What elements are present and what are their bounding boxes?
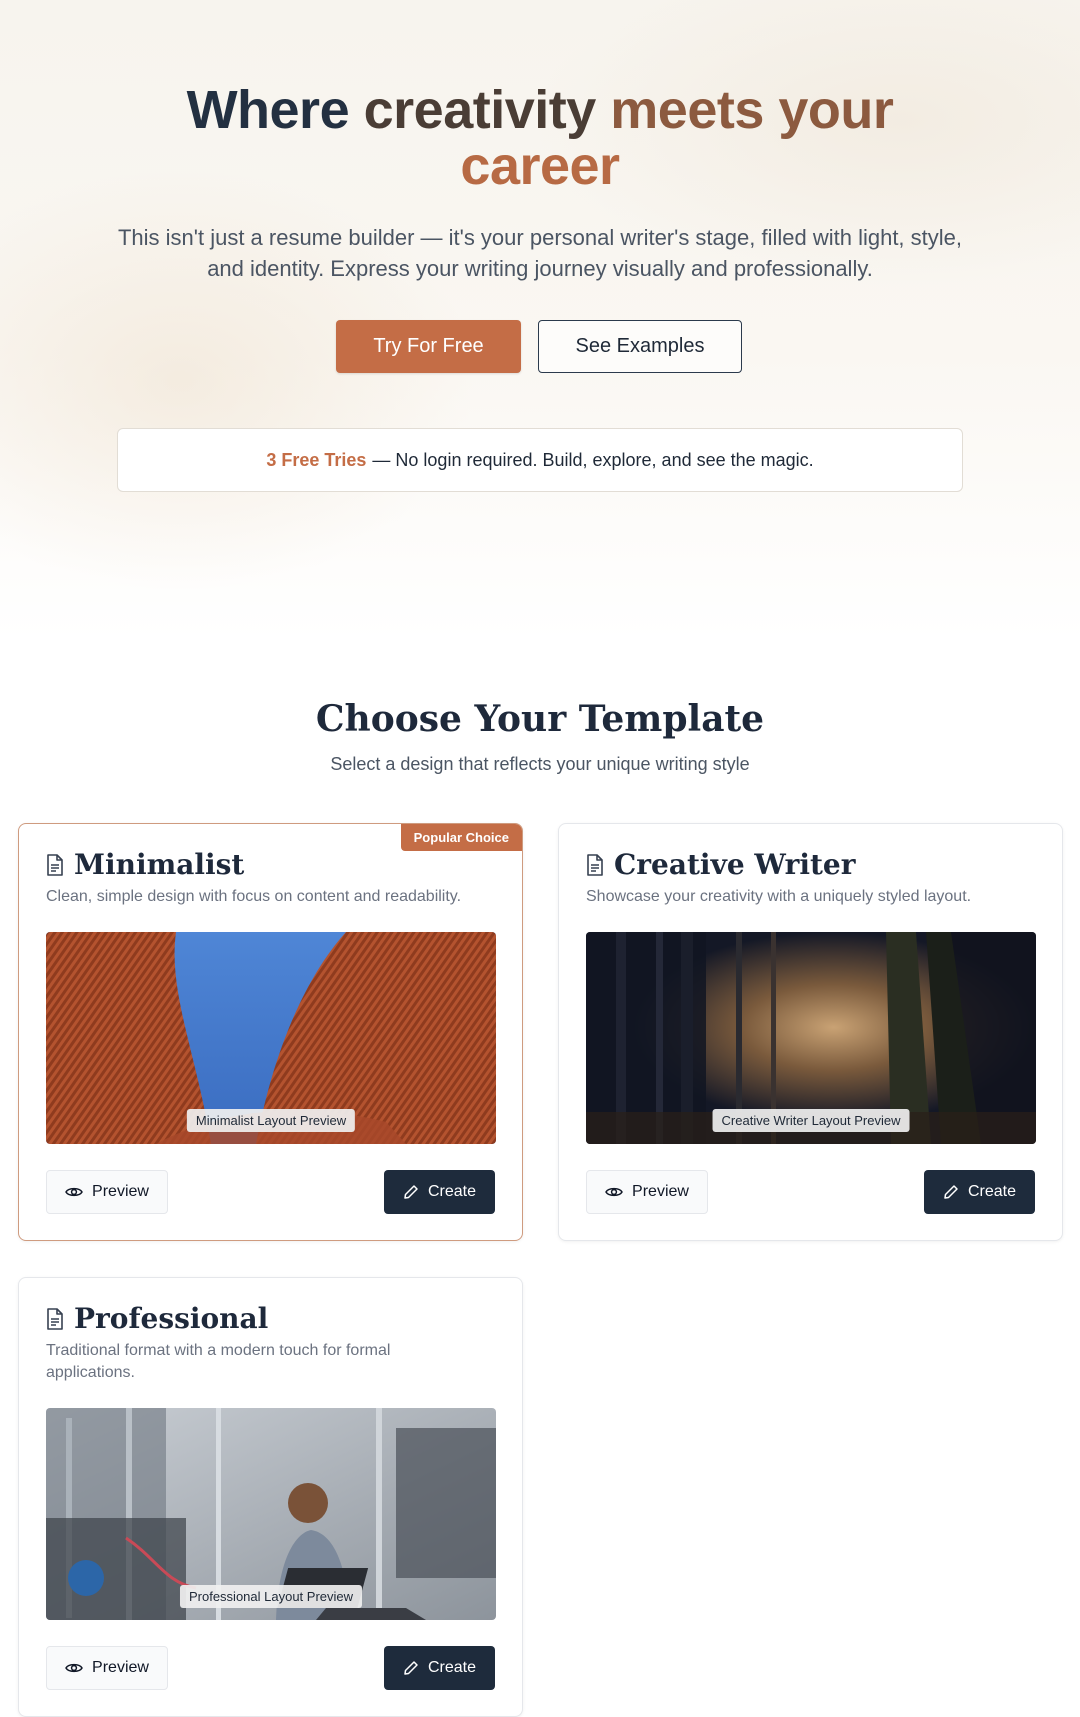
hero-section: Where creativity meets your career This … (0, 0, 1080, 640)
pencil-icon (944, 1185, 958, 1199)
document-icon (587, 853, 603, 876)
create-button[interactable]: Create (924, 1170, 1035, 1214)
template-card-professional: Professional Traditional format with a m… (18, 1277, 523, 1717)
document-icon (47, 853, 63, 876)
preview-button-label: Preview (632, 1183, 689, 1200)
eye-icon (605, 1187, 623, 1197)
popular-choice-badge: Popular Choice (400, 824, 522, 851)
templates-title: Choose Your Template (315, 698, 765, 740)
template-description: Clean, simple design with focus on conte… (46, 888, 462, 905)
create-button-label: Create (967, 1183, 1017, 1200)
hero-title-word: career (460, 136, 620, 196)
template-preview-image: Creative Writer Layout Preview (586, 932, 1036, 1144)
hero-title-word: Where (186, 80, 350, 140)
template-description: Showcase your creativity with a uniquely… (586, 888, 972, 905)
image-caption: Professional Layout Preview (179, 1585, 363, 1608)
template-card-minimalist: Popular Choice Minimalist Clean, simple … (18, 823, 523, 1241)
card-header: Professional (46, 1302, 268, 1335)
free-tries-notice: 3 Free Tries — No login required. Build,… (117, 428, 963, 492)
hero-title-word: creativity (363, 80, 597, 140)
card-header: Creative Writer (586, 848, 855, 881)
create-button[interactable]: Create (384, 1646, 495, 1690)
free-tries-highlight: 3 Free Tries (266, 449, 367, 470)
image-caption: Minimalist Layout Preview (186, 1109, 356, 1132)
pencil-icon (404, 1185, 418, 1199)
hero-title: Where creativity meets your career (0, 82, 1080, 194)
template-description: Traditional format with a modern touch f… (46, 1342, 391, 1381)
card-header: Minimalist (46, 848, 244, 881)
template-name: Professional (74, 1302, 269, 1335)
template-name: Creative Writer (614, 848, 856, 881)
template-card-creative-writer: Creative Writer Showcase your creativity… (558, 823, 1063, 1241)
try-for-free-button[interactable]: Try For Free (336, 320, 521, 373)
template-name: Minimalist (74, 848, 245, 881)
preview-button[interactable]: Preview (46, 1646, 168, 1690)
see-examples-button[interactable]: See Examples (538, 320, 742, 373)
preview-button[interactable]: Preview (46, 1170, 168, 1214)
create-button-label: Create (427, 1183, 477, 1200)
hero-subtitle: This isn't just a resume builder — it's … (117, 225, 963, 281)
template-preview-image: Minimalist Layout Preview (46, 932, 496, 1144)
templates-subtitle: Select a design that reflects your uniqu… (330, 754, 750, 774)
document-icon (47, 1307, 63, 1330)
image-caption: Creative Writer Layout Preview (712, 1109, 910, 1132)
preview-button[interactable]: Preview (586, 1170, 708, 1214)
preview-button-label: Preview (92, 1183, 149, 1200)
create-button[interactable]: Create (384, 1170, 495, 1214)
template-preview-image: Professional Layout Preview (46, 1408, 496, 1620)
pencil-icon (404, 1661, 418, 1675)
hero-title-word: meets your (610, 80, 894, 140)
free-tries-text: — No login required. Build, explore, and… (372, 449, 814, 470)
eye-icon (65, 1663, 83, 1673)
preview-button-label: Preview (92, 1659, 149, 1676)
eye-icon (65, 1187, 83, 1197)
create-button-label: Create (427, 1659, 477, 1676)
